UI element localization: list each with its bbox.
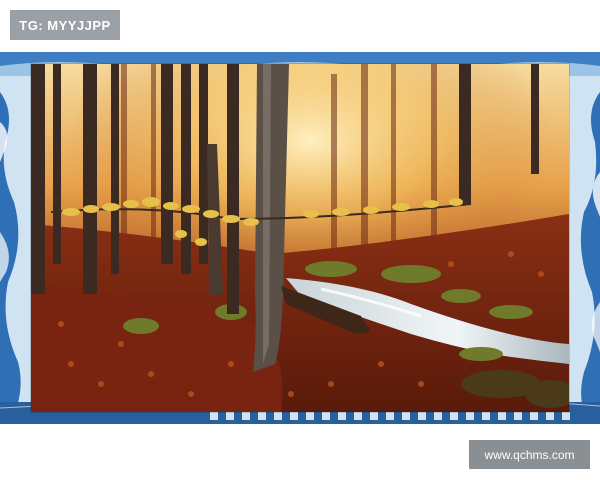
- site-watermark: www.qchms.com: [469, 440, 590, 469]
- tg-tag-badge: TG: MYYJJPP: [10, 10, 120, 40]
- autumn-forest-photo: [31, 64, 569, 412]
